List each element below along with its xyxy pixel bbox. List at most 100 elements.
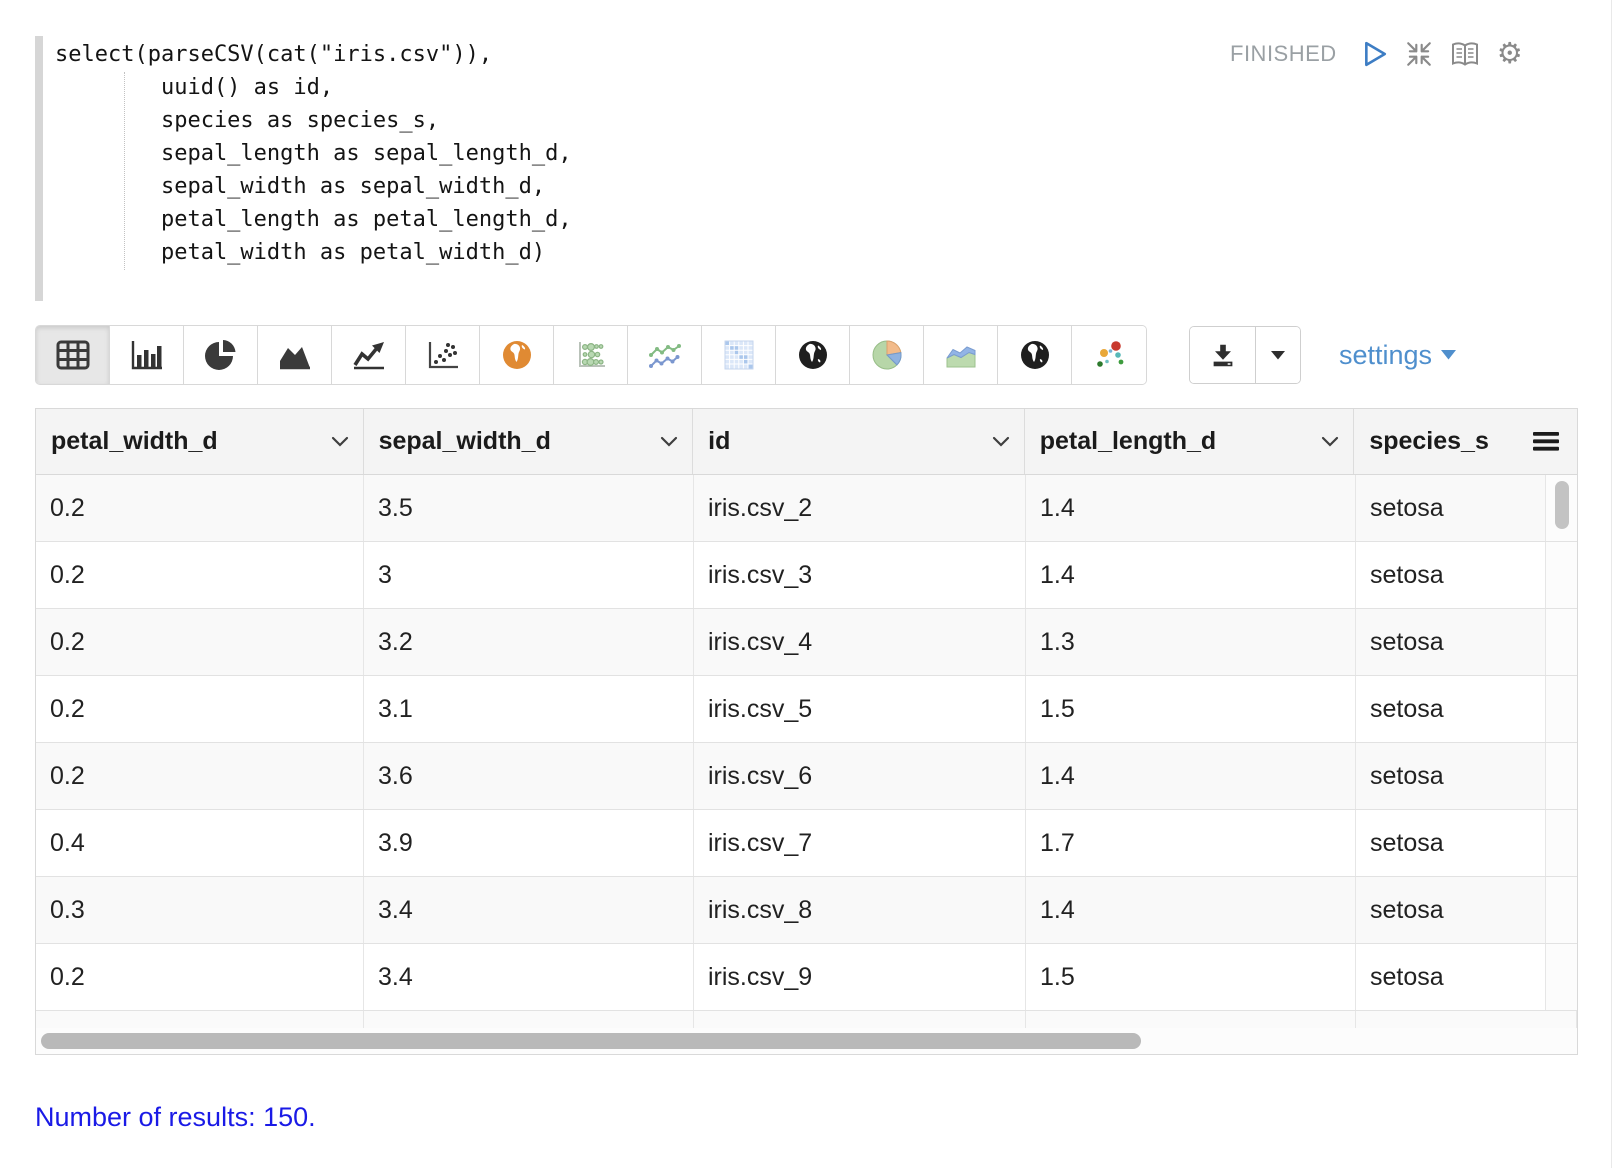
table-cell [694,1011,1026,1028]
column-header-sepal-width[interactable]: sepal_width_d [364,409,694,474]
table-cell: iris.csv_5 [694,676,1026,742]
download-split-button [1189,326,1301,384]
table-cell: 3.4 [364,877,694,943]
table-row: 0.4 3.9 iris.csv_7 1.7 setosa [36,810,1577,877]
scatter-chart-color-button[interactable] [1072,326,1146,384]
column-label: sepal_width_d [378,427,551,455]
map-orange-globe-button[interactable] [480,326,554,384]
column-header-id[interactable]: id [693,409,1025,474]
column-header-petal-width[interactable]: petal_width_d [36,409,364,474]
download-options-button[interactable] [1256,327,1300,383]
globe-map-button[interactable] [776,326,850,384]
hamburger-menu-icon [1533,432,1560,451]
heatmap-icon [723,339,755,371]
vertical-scrollbar[interactable] [1555,481,1569,529]
gear-icon[interactable]: ⚙ [1497,40,1523,69]
table-cell: setosa [1356,609,1546,675]
table-cell: setosa [1356,743,1546,809]
table-cell: 0.2 [36,944,364,1010]
table-cell: 0.2 [36,542,364,608]
horizontal-scrollbar[interactable] [41,1033,1141,1049]
settings-caret-icon [1441,350,1457,360]
multi-line-chart-button[interactable] [628,326,702,384]
area-chart-color-icon [943,339,979,371]
table-cell: setosa [1356,877,1546,943]
table-cell: 0.2 [36,676,364,742]
globe-map-2-button[interactable] [998,326,1072,384]
pie-chart-button[interactable] [184,326,258,384]
chart-type-group [35,325,1147,385]
table-cell: 3.4 [364,944,694,1010]
bar-chart-icon [129,339,165,371]
scrollbar-gutter [1546,542,1577,608]
table-cell: setosa [1356,944,1546,1010]
result-table: petal_width_d sepal_width_d id petal_len… [35,408,1578,1055]
table-button[interactable] [36,326,110,384]
table-cell: iris.csv_8 [694,877,1026,943]
multi-line-chart-icon [647,339,683,371]
heatmap-button[interactable] [702,326,776,384]
table-cell: 3.6 [364,743,694,809]
scrollbar-gutter [1546,877,1577,943]
column-label: petal_width_d [51,427,218,455]
chevron-down-icon[interactable] [660,436,678,447]
book-icon[interactable] [1450,40,1480,68]
download-button[interactable] [1190,327,1256,383]
chevron-down-icon[interactable] [331,436,349,447]
table-cell: 3.5 [364,475,694,541]
table-row: 0.2 3 iris.csv_3 1.4 setosa [36,542,1577,609]
area-chart-button[interactable] [258,326,332,384]
table-cell: 1.7 [1026,810,1356,876]
table-cell: 3.2 [364,609,694,675]
table-row: 0.3 3.4 iris.csv_8 1.4 setosa [36,877,1577,944]
table-cell: 3.1 [364,676,694,742]
bar-chart-button[interactable] [110,326,184,384]
column-label: species_s [1369,427,1489,455]
table-cell [1356,1011,1577,1028]
chevron-down-icon[interactable] [1321,436,1339,447]
scatter-chart-button[interactable] [406,326,480,384]
collapse-icon[interactable] [1405,40,1433,68]
scrollbar-gutter [1546,810,1577,876]
code-text[interactable]: select(parseCSV(cat("iris.csv")), uuid()… [55,38,1195,269]
pie-chart-icon [204,338,238,372]
table-cell: 0.2 [36,743,364,809]
table-cell: setosa [1356,676,1546,742]
table-row: 0.2 3.2 iris.csv_4 1.3 setosa [36,609,1577,676]
table-header-row: petal_width_d sepal_width_d id petal_len… [36,409,1577,475]
table-cell [364,1011,694,1028]
settings-link[interactable]: settings [1339,340,1457,371]
table-cell: setosa [1356,475,1546,541]
table-cell: 3.9 [364,810,694,876]
chevron-down-icon[interactable] [992,436,1010,447]
column-header-species[interactable]: species_s [1354,409,1515,474]
line-chart-icon [351,339,387,371]
pie-chart-color-icon [870,338,904,372]
globe-icon-2 [1018,338,1052,372]
table-cell: setosa [1356,810,1546,876]
table-cell: 1.4 [1026,743,1356,809]
column-header-petal-length[interactable]: petal_length_d [1025,409,1355,474]
scrollbar-gutter [1546,676,1577,742]
area-chart-icon [277,339,313,371]
table-cell: 1.4 [1026,542,1356,608]
table-cell: 0.3 [36,877,364,943]
table-cell [36,1011,364,1028]
bubble-chart-button[interactable] [554,326,628,384]
table-cell [1026,1011,1356,1028]
run-play-icon[interactable] [1362,41,1388,67]
area-chart-color-button[interactable] [924,326,998,384]
code-editor[interactable]: select(parseCSV(cat("iris.csv")), uuid()… [35,36,1195,301]
grid-menu-button[interactable] [1515,409,1577,474]
table-cell: 3 [364,542,694,608]
scatter-chart-icon [426,339,460,371]
scatter-color-icon [1091,338,1127,372]
table-cell: 0.4 [36,810,364,876]
table-cell: iris.csv_2 [694,475,1026,541]
line-chart-button[interactable] [332,326,406,384]
pie-chart-color-button[interactable] [850,326,924,384]
paragraph-status-bar: FINISHED ⚙ [1230,40,1523,69]
table-icon [56,340,90,370]
table-row: 0.2 3.6 iris.csv_6 1.4 setosa [36,743,1577,810]
table-row-partial [36,1011,1577,1028]
